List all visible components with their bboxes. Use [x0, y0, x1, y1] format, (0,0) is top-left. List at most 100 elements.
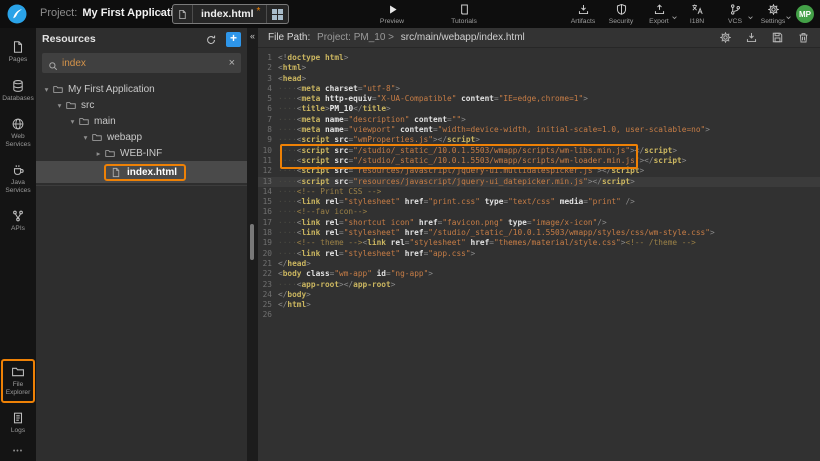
code-line-14[interactable]: 14····<!-- Print CSS -->	[258, 187, 820, 197]
code-line-26[interactable]: 26	[258, 310, 820, 320]
line-number: 4	[258, 84, 278, 94]
line-content: ····<app-root></app-root>	[278, 280, 395, 290]
tree-row-main[interactable]: ▾main	[36, 113, 247, 129]
code-line-6[interactable]: 6····<title>PM_10</title>	[258, 104, 820, 114]
expander-icon[interactable]: ▾	[67, 117, 78, 126]
code-line-11[interactable]: 11····<script src="/studio/_static_/10.0…	[258, 156, 820, 166]
i18n-button[interactable]: I18N	[682, 3, 712, 25]
line-content: <head>	[278, 74, 306, 84]
folder-icon	[52, 84, 64, 95]
tab-index-html[interactable]: index.html *	[172, 4, 289, 24]
line-content: ····<link rel="shortcut icon" href="favi…	[278, 218, 607, 228]
line-number: 20	[258, 249, 278, 259]
code-line-16[interactable]: 16····<!--fav icon-->	[258, 207, 820, 217]
line-content: ····<!--fav icon-->	[278, 207, 367, 217]
page-icon	[11, 40, 25, 54]
line-number: 14	[258, 187, 278, 197]
export-button[interactable]: Export	[644, 3, 674, 25]
file-path: File Path: Project: PM_10 > src/main/web…	[268, 32, 719, 43]
search-input[interactable]	[62, 58, 225, 69]
code-line-23[interactable]: 23····<app-root></app-root>	[258, 280, 820, 290]
sidebar-item-databases[interactable]: Databases	[1, 73, 35, 110]
code-line-9[interactable]: 9····<script src="wmProperties.js"></scr…	[258, 135, 820, 145]
sidebar-item-pages[interactable]: Pages	[1, 34, 35, 71]
delete-button[interactable]	[797, 31, 810, 44]
settings-button[interactable]: Settings	[758, 3, 788, 25]
code-line-10[interactable]: 10····<script src="/studio/_static_/10.0…	[258, 146, 820, 156]
code-line-13[interactable]: 13····<script src="resources/javascript/…	[258, 177, 820, 187]
code-line-3[interactable]: 3<head>	[258, 74, 820, 84]
tree-row-web-inf[interactable]: ▸WEB-INF	[36, 145, 247, 161]
code-line-1[interactable]: 1<!doctype html>	[258, 53, 820, 63]
editor-toolbar	[719, 31, 810, 44]
code-line-8[interactable]: 8····<meta name="viewport" content="widt…	[258, 125, 820, 135]
vcs-button[interactable]: VCS	[720, 3, 750, 25]
tree-row-index-html[interactable]: index.html	[36, 161, 247, 183]
unsaved-indicator: *	[257, 6, 261, 17]
line-content: </head>	[278, 259, 311, 269]
line-content: ····<script src="/studio/_static_/10.0.1…	[278, 146, 677, 156]
code-line-25[interactable]: 25</html>	[258, 300, 820, 310]
file-icon	[173, 5, 193, 23]
plug-icon	[11, 209, 25, 223]
code-line-22[interactable]: 22<body class="wm-app" id="ng-app">	[258, 269, 820, 279]
expander-icon[interactable]: ▸	[93, 149, 104, 158]
code-line-4[interactable]: 4····<meta charset="utf-8">	[258, 84, 820, 94]
line-number: 12	[258, 166, 278, 176]
collapse-panel-icon[interactable]: «	[247, 28, 258, 41]
save-button[interactable]	[771, 31, 784, 44]
preview-button[interactable]: Preview	[369, 3, 415, 25]
folder-icon	[91, 132, 103, 143]
expander-icon[interactable]: ▾	[80, 133, 91, 142]
grid-icon[interactable]	[266, 5, 288, 23]
tree-scrollbar[interactable]	[250, 224, 254, 260]
refresh-icon[interactable]	[205, 33, 217, 45]
tree-row-webapp[interactable]: ▾webapp	[36, 129, 247, 145]
line-number: 15	[258, 197, 278, 207]
code-line-19[interactable]: 19····<!-- theme --><link rel="styleshee…	[258, 238, 820, 248]
tutorials-button[interactable]: Tutorials	[441, 3, 487, 25]
branch-icon	[729, 3, 742, 16]
download-button[interactable]	[745, 31, 758, 44]
tree-row-my-first-application[interactable]: ▾My First Application	[36, 81, 247, 97]
sidebar-item-logs[interactable]: Logs	[1, 405, 35, 442]
download-icon	[577, 3, 590, 16]
add-resource-button[interactable]: +	[226, 32, 241, 47]
code-line-12[interactable]: 12····<script src="resources/javascript/…	[258, 166, 820, 176]
code-line-5[interactable]: 5····<meta http-equiv="X-UA-Compatible" …	[258, 94, 820, 104]
folder-icon	[78, 116, 90, 127]
folder-icon	[11, 365, 25, 379]
folder-icon	[65, 100, 77, 111]
clear-search-icon[interactable]: ×	[229, 58, 235, 69]
sidebar-item-java-services[interactable]: Java Services	[1, 157, 35, 201]
security-button[interactable]: Security	[606, 3, 636, 25]
tree-row-src[interactable]: ▾src	[36, 97, 247, 113]
sidebar-item-apis[interactable]: APIs	[1, 203, 35, 240]
folder-icon	[104, 148, 116, 159]
settings-button[interactable]	[719, 31, 732, 44]
line-number: 24	[258, 290, 278, 300]
code-line-24[interactable]: 24</body>	[258, 290, 820, 300]
chevron-down-icon	[785, 8, 792, 26]
code-line-21[interactable]: 21</head>	[258, 259, 820, 269]
code-line-15[interactable]: 15····<link rel="stylesheet" href="print…	[258, 197, 820, 207]
app-logo-icon[interactable]	[7, 4, 27, 24]
line-number: 5	[258, 94, 278, 104]
line-number: 16	[258, 207, 278, 217]
sidebar-item-web-services[interactable]: Web Services	[1, 111, 35, 155]
code-line-20[interactable]: 20····<link rel="stylesheet" href="app.c…	[258, 249, 820, 259]
code-line-17[interactable]: 17····<link rel="shortcut icon" href="fa…	[258, 218, 820, 228]
avatar[interactable]: MP	[796, 5, 814, 23]
editor-header: File Path: Project: PM_10 > src/main/web…	[258, 28, 820, 48]
resource-search: ×	[42, 53, 241, 73]
expander-icon[interactable]: ▾	[54, 101, 65, 110]
expander-icon[interactable]: ▾	[41, 85, 52, 94]
artifacts-button[interactable]: Artifacts	[568, 3, 598, 25]
code-area[interactable]: 1<!doctype html>2<html>3<head>4····<meta…	[258, 48, 820, 461]
database-icon	[11, 79, 25, 93]
sidebar-more-button[interactable]: •••	[13, 444, 23, 457]
code-line-7[interactable]: 7····<meta name="description" content=""…	[258, 115, 820, 125]
code-line-18[interactable]: 18····<link rel="stylesheet" href="/stud…	[258, 228, 820, 238]
sidebar-item-file-explorer[interactable]: File Explorer	[1, 359, 35, 403]
code-line-2[interactable]: 2<html>	[258, 63, 820, 73]
